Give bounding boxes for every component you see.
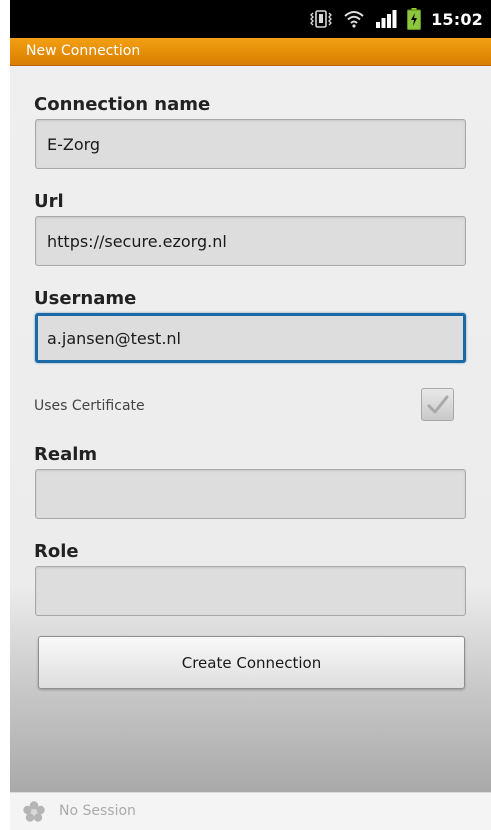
username-input[interactable]: a.jansen@test.nl [35, 313, 466, 363]
url-input[interactable]: https://secure.ezorg.nl [35, 216, 466, 266]
app-title-bar: New Connection [10, 38, 491, 66]
wifi-icon [343, 9, 365, 29]
checkmark-icon [427, 395, 448, 413]
connection-name-input[interactable]: E-Zorg [35, 119, 466, 169]
url-label: Url [34, 191, 64, 212]
create-connection-button[interactable]: Create Connection [38, 636, 465, 689]
realm-label: Realm [34, 444, 98, 465]
page-title: New Connection [26, 43, 141, 59]
session-icon [23, 801, 45, 822]
status-bar: 15:02 [10, 0, 491, 38]
uses-certificate-label: Uses Certificate [34, 398, 145, 414]
connection-form: Connection name E-Zorg Url https://secur… [10, 66, 491, 792]
app-screen: 15:02 New Connection Connection name E-Z… [10, 0, 491, 830]
status-clock: 15:02 [431, 9, 483, 29]
signal-icon [375, 9, 397, 29]
role-label: Role [34, 541, 79, 562]
username-label: Username [34, 288, 137, 309]
session-status-text: No Session [59, 803, 136, 819]
uses-certificate-checkbox[interactable] [421, 388, 454, 421]
role-input[interactable] [35, 566, 466, 616]
connection-name-label: Connection name [34, 94, 211, 115]
realm-input[interactable] [35, 469, 466, 519]
vibrate-icon [309, 9, 333, 29]
session-status-bar: No Session [10, 792, 491, 830]
battery-charging-icon [407, 8, 422, 30]
